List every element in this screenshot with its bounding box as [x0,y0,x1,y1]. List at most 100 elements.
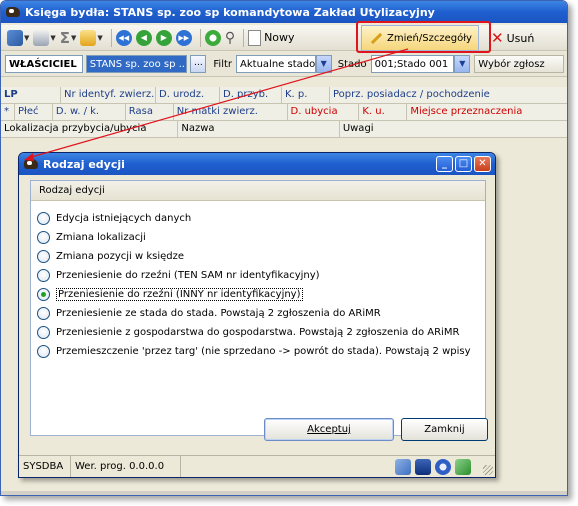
herd-label: Stado [337,58,367,70]
search-icon: ⚲ [224,29,236,46]
radio-icon[interactable] [37,326,50,339]
option-change-location[interactable]: Zmiana lokalizacji [37,228,471,247]
gear-icon[interactable] [435,459,451,475]
edit-details-button[interactable]: Zmień/Szczegóły [361,25,479,51]
option-slaughter-same-id[interactable]: Przeniesienie do rzeźni (TEN SAM nr iden… [37,266,471,285]
owner-value: STANS sp. zoo sp ... [89,58,188,70]
main-toolbar: ▼ ▼ Σ ▼ ▼ ◀◀ ◀ ▶ ▶▶ ⚲ Nowy Zmień/Szczegół… [1,25,567,51]
grid-header-row-1: LP Nr identyf. zwierz. D. urodz. D. przy… [1,87,567,104]
radio-icon[interactable] [37,231,50,244]
search-button[interactable]: ⚲ [225,28,235,48]
printer-icon [33,29,50,46]
radio-icon[interactable] [37,345,50,358]
new-button[interactable]: Nowy [248,28,295,48]
grid-header-row-3: Lokalizacja przybycia/ubycia Nazwa Uwagi [1,121,567,138]
col-name[interactable]: Nazwa [178,121,340,137]
option-slaughter-other-id[interactable]: Przeniesienie do rzeźni (INNY nr identyf… [37,285,471,304]
option-label: Przeniesienie do rzeźni (TEN SAM nr iden… [56,270,320,281]
radio-icon[interactable] [37,250,50,263]
toolbar-separator [243,28,245,47]
col-notes[interactable]: Uwagi [340,121,567,137]
col-animal-id[interactable]: Nr identyf. zwierz. [61,87,156,103]
last-record-button[interactable]: ▶▶ [175,28,192,48]
radio-icon[interactable] [37,269,50,282]
owner-browse-button[interactable]: ... [190,55,207,73]
col-exit-date-code[interactable]: D. w. / k. [53,104,126,120]
export-icon [80,29,97,46]
owner-value-field[interactable]: STANS sp. zoo sp ... [85,55,188,73]
sum-icon: Σ [59,28,71,47]
database-icon[interactable] [415,459,431,475]
col-mother-id[interactable]: Nr matki zwierz. [174,104,288,120]
dropdown-arrow-icon: ▼ [50,33,56,42]
col-removal-date[interactable]: D. ubycia [288,104,360,120]
option-label: Zmiana pozycji w księdze [56,251,185,262]
option-label: Przemieszczenie 'przez targ' (nie sprzed… [56,346,471,357]
herd-select[interactable]: 001;Stado 001 [370,55,455,73]
dropdown-arrow-icon: ▼ [97,33,103,42]
radio-icon[interactable] [37,307,50,320]
dropdown-arrow-icon: ▼ [71,33,77,42]
notification-select-button[interactable]: Wybór zgłosz [474,55,564,73]
option-farm-to-farm[interactable]: Przeniesienie z gospodarstwa do gospodar… [37,323,471,342]
close-button[interactable]: ✕ [474,156,491,172]
filter-select[interactable]: Aktualne stado [236,55,316,73]
refresh-icon [204,29,221,46]
col-destination[interactable]: Miejsce przeznaczenia [407,104,567,120]
print-button[interactable]: ▼ [33,28,56,48]
option-herd-to-herd[interactable]: Przeniesienie ze stada do stada. Powstaj… [37,304,471,323]
maximize-button[interactable]: □ [455,156,472,172]
dialog-titlebar: Rodzaj edycji [19,153,495,175]
new-button-label: Nowy [264,31,295,44]
status-icons [391,459,471,475]
radio-icon[interactable] [37,212,50,225]
owner-field[interactable]: WŁAŚCICIEL [5,55,83,73]
herd-dropdown-icon[interactable]: ▼ [454,55,471,73]
close-dialog-button[interactable]: Zamknij [401,418,488,441]
exit-icon[interactable] [455,459,471,475]
window-controls: _ □ ✕ [434,156,491,172]
last-icon: ▶▶ [175,29,192,46]
minimize-button[interactable]: _ [436,156,453,172]
cow-icon [23,157,39,171]
option-label: Przeniesienie ze stada do stada. Powstaj… [56,308,381,319]
next-record-button[interactable]: ▶ [155,28,172,48]
first-record-button[interactable]: ◀◀ [115,28,132,48]
accept-button[interactable]: Akceptuj [264,418,394,441]
sum-button[interactable]: Σ ▼ [60,28,77,48]
filter-value: Aktualne stado [240,58,316,70]
col-removal-code[interactable]: K. u. [359,104,408,120]
delete-button[interactable]: ✕ Usuń [491,28,534,48]
col-arrival-code[interactable]: K. p. [282,87,330,103]
refresh-button[interactable] [204,28,221,48]
radio-selected-icon[interactable] [37,288,50,301]
grid-menu-button[interactable]: ▼ [7,28,29,48]
col-previous-owner[interactable]: Poprz. posiadacz / pochodzenie [330,87,530,103]
main-titlebar: Księga bydła: STANS sp. zoo sp komandyto… [1,1,567,23]
col-sex[interactable]: Płeć [15,104,53,120]
col-birth-date[interactable]: D. urodz. [156,87,220,103]
grid-icon[interactable] [395,459,411,475]
option-label: Zmiana lokalizacji [56,232,146,243]
option-edit-existing[interactable]: Edycja istniejących danych [37,209,471,228]
delete-x-icon: ✕ [491,29,504,47]
option-market-movement[interactable]: Przemieszczenie 'przez targ' (nie sprzed… [37,342,471,361]
option-change-book-position[interactable]: Zmiana pozycji w księdze [37,247,471,266]
col-lp[interactable]: LP [1,87,61,103]
export-button[interactable]: ▼ [80,28,103,48]
new-row-marker: * [1,104,15,120]
resize-grip[interactable] [483,465,493,475]
col-breed[interactable]: Rasa [126,104,174,120]
toolbar-separator [110,28,112,47]
status-version: Wer. prog. 0.0.0.0 [71,456,181,477]
edit-type-options: Edycja istniejących danych Zmiana lokali… [37,209,471,361]
main-statusbar [1,491,567,495]
option-label: Przeniesienie do rzeźni (INNY nr identyf… [56,288,303,301]
new-document-icon [248,29,262,46]
col-arrival-date[interactable]: D. przyb. [220,87,282,103]
toolbar-separator [199,28,201,47]
prev-record-button[interactable]: ◀ [135,28,152,48]
col-location[interactable]: Lokalizacja przybycia/ubycia [1,121,179,137]
filter-dropdown-icon[interactable]: ▼ [315,55,332,73]
edit-details-label: Zmień/Szczegóły [387,32,472,44]
